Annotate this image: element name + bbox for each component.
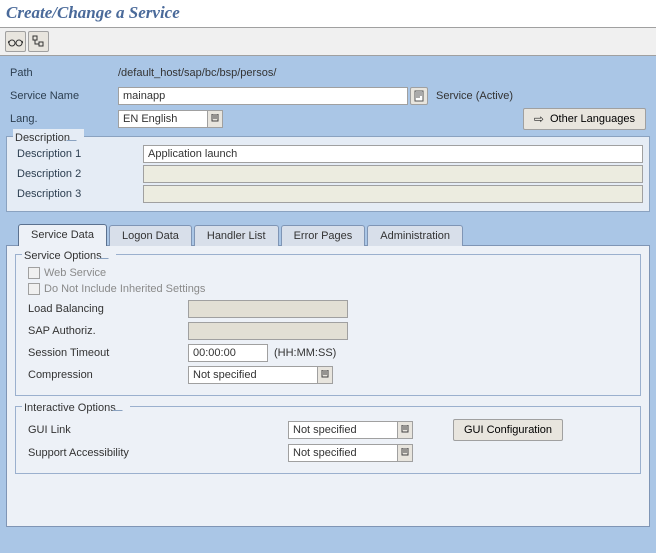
service-options-legend: Service Options [24, 250, 102, 262]
do-not-include-checkbox [28, 283, 40, 295]
web-service-label: Web Service [44, 267, 106, 279]
interactive-options-group: Interactive Options GUI Link GUI Configu… [15, 406, 641, 474]
web-service-checkbox [28, 267, 40, 279]
dropdown-icon[interactable] [317, 366, 333, 384]
description3-input[interactable] [143, 185, 643, 203]
tab-panel: Service Options Web Service Do Not Inclu… [6, 245, 650, 527]
other-languages-button[interactable]: ⇨ Other Languages [523, 108, 646, 130]
lang-value[interactable] [118, 110, 208, 128]
session-timeout-label: Session Timeout [28, 347, 188, 359]
glasses-icon[interactable] [5, 31, 26, 52]
dropdown-icon[interactable] [207, 110, 223, 128]
description-group: Description Description 1 Description 2 … [6, 136, 650, 212]
compression-value[interactable] [188, 366, 318, 384]
description-legend: Description [15, 132, 70, 144]
description1-label: Description 1 [13, 145, 143, 163]
page-title: Create/Change a Service [0, 0, 656, 28]
support-accessibility-select[interactable] [288, 444, 413, 462]
main-area: Path /default_host/sap/bc/bsp/persos/ Se… [0, 56, 656, 553]
dropdown-icon[interactable] [397, 421, 413, 439]
service-help-icon[interactable] [410, 87, 428, 105]
service-status: Service (Active) [436, 90, 513, 102]
gui-configuration-button[interactable]: GUI Configuration [453, 419, 563, 441]
gui-link-value[interactable] [288, 421, 398, 439]
service-name-input[interactable] [118, 87, 408, 105]
toolbar [0, 28, 656, 56]
support-accessibility-label: Support Accessibility [28, 447, 288, 459]
service-options-group: Service Options Web Service Do Not Inclu… [15, 254, 641, 396]
gui-link-label: GUI Link [28, 424, 288, 436]
arrow-right-icon: ⇨ [534, 112, 544, 126]
gui-configuration-label: GUI Configuration [464, 424, 552, 436]
service-name-label: Service Name [6, 87, 118, 105]
tab-service-data[interactable]: Service Data [18, 224, 107, 246]
lang-label: Lang. [6, 110, 118, 128]
description2-label: Description 2 [13, 165, 143, 183]
tab-administration[interactable]: Administration [367, 225, 463, 246]
load-balancing-label: Load Balancing [28, 303, 188, 315]
description1-input[interactable] [143, 145, 643, 163]
tree-icon[interactable] [28, 31, 49, 52]
description2-input[interactable] [143, 165, 643, 183]
tabs: Service Data Logon Data Handler List Err… [6, 222, 650, 245]
session-timeout-hint: (HH:MM:SS) [274, 347, 336, 359]
description3-label: Description 3 [13, 185, 143, 203]
load-balancing-input[interactable] [188, 300, 348, 318]
gui-link-select[interactable] [288, 421, 413, 439]
compression-label: Compression [28, 369, 188, 381]
sap-authoriz-label: SAP Authoriz. [28, 325, 188, 337]
tab-logon-data[interactable]: Logon Data [109, 225, 192, 246]
do-not-include-label: Do Not Include Inherited Settings [44, 283, 205, 295]
compression-select[interactable] [188, 366, 333, 384]
lang-select[interactable] [118, 110, 223, 128]
tab-error-pages[interactable]: Error Pages [281, 225, 366, 246]
sap-authoriz-input[interactable] [188, 322, 348, 340]
session-timeout-input[interactable] [188, 344, 268, 362]
support-accessibility-value[interactable] [288, 444, 398, 462]
path-label: Path [6, 64, 118, 82]
interactive-options-legend: Interactive Options [24, 402, 116, 414]
tab-handler-list[interactable]: Handler List [194, 225, 279, 246]
path-value: /default_host/sap/bc/bsp/persos/ [118, 67, 276, 79]
other-languages-label: Other Languages [550, 113, 635, 125]
dropdown-icon[interactable] [397, 444, 413, 462]
